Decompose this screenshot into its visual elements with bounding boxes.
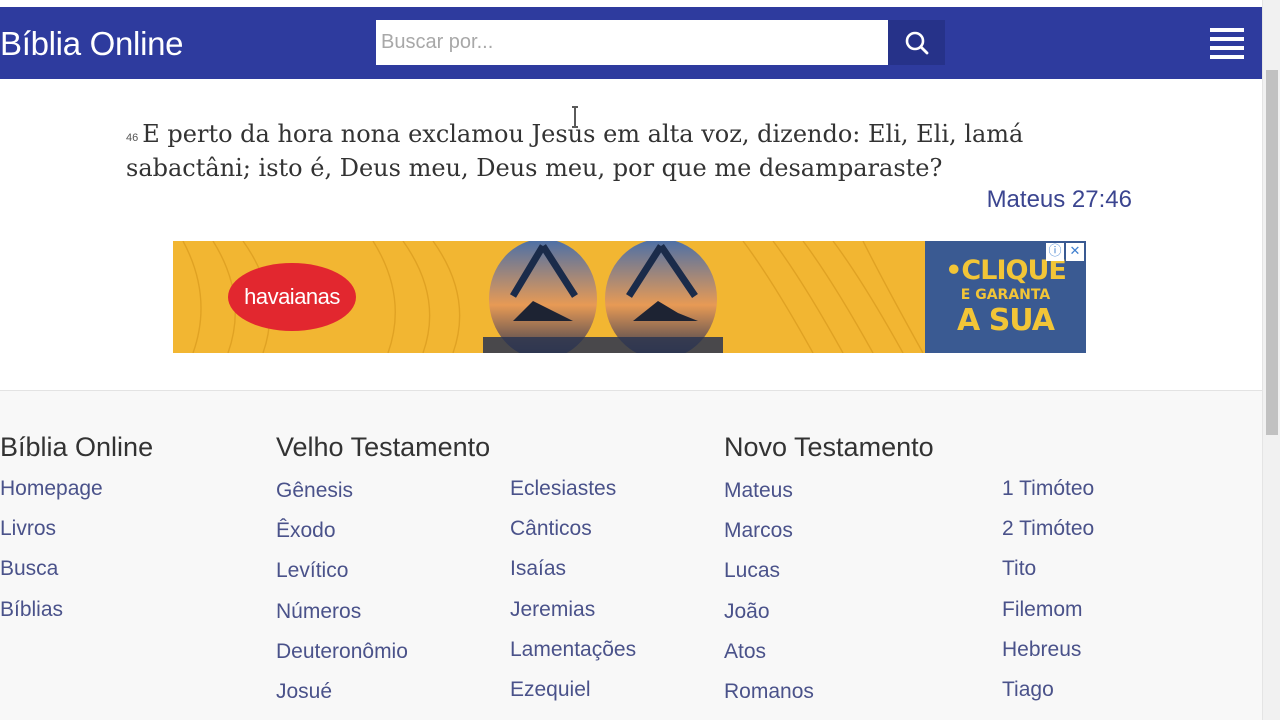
book-link[interactable]: Gênesis [276, 479, 408, 519]
footer-heading-old-testament: Velho Testamento [276, 432, 491, 462]
site-logo-link[interactable]: Bíblia Online [0, 25, 184, 63]
book-link[interactable]: Lamentações [510, 638, 636, 678]
page: Bíblia Online 46E perto da hora nona exc… [0, 0, 1280, 720]
top-strip [0, 0, 1262, 7]
footer-link-busca[interactable]: Busca [0, 557, 103, 597]
old-testament-books-col2: Eclesiastes Cânticos Isaías Jeremias Lam… [510, 477, 636, 718]
ad-close-icon[interactable]: ✕ [1066, 243, 1084, 261]
book-link[interactable]: Eclesiastes [510, 477, 636, 517]
book-link[interactable]: 1 Timóteo [1002, 477, 1094, 517]
book-link[interactable]: Mateus [724, 479, 814, 519]
scrollbar-thumb[interactable] [1266, 70, 1278, 435]
book-link[interactable]: Lucas [724, 559, 814, 599]
book-link[interactable]: Isaías [510, 557, 636, 597]
book-link[interactable]: Cânticos [510, 517, 636, 557]
hamburger-menu-button[interactable] [1210, 28, 1244, 59]
book-link[interactable]: Filemom [1002, 598, 1094, 638]
search-input[interactable] [376, 20, 888, 65]
hamburger-menu-icon-bar [1210, 28, 1244, 32]
ad-info-icon[interactable]: ⓘ [1046, 243, 1064, 261]
hamburger-menu-icon-bar [1210, 37, 1244, 41]
book-link[interactable]: Ezequiel [510, 678, 636, 718]
verse-body: E perto da hora nona exclamou Jesus em a… [126, 120, 1024, 182]
site-header: Bíblia Online [0, 7, 1262, 79]
footer-link-homepage[interactable]: Homepage [0, 477, 103, 517]
footer-heading-site: Bíblia Online [0, 432, 154, 462]
book-link[interactable]: Josué [276, 680, 408, 720]
book-link[interactable]: Tito [1002, 557, 1094, 597]
book-link[interactable]: Números [276, 600, 408, 640]
vertical-scrollbar[interactable] [1262, 0, 1280, 720]
verse-number: 46 [126, 132, 139, 144]
advertisement-banner[interactable]: havaianas •CLIQUE E GARANTA A SUA ⓘ ✕ [173, 241, 1086, 353]
ad-controls: ⓘ ✕ [1046, 243, 1084, 261]
new-testament-books-col2: 1 Timóteo 2 Timóteo Tito Filemom Hebreus… [1002, 477, 1094, 718]
footer-site-links: Homepage Livros Busca Bíblias [0, 477, 103, 638]
book-link[interactable]: Levítico [276, 559, 408, 599]
site-footer: Bíblia Online Homepage Livros Busca Bíbl… [0, 390, 1262, 720]
hamburger-menu-icon-bar [1210, 46, 1244, 50]
footer-link-livros[interactable]: Livros [0, 517, 103, 557]
text-cursor-icon [572, 106, 578, 128]
old-testament-books-col1: Gênesis Êxodo Levítico Números Deuteronô… [276, 479, 408, 720]
book-link[interactable]: Deuteronômio [276, 640, 408, 680]
footer-link-biblias[interactable]: Bíblias [0, 598, 103, 638]
book-link[interactable]: Jeremias [510, 598, 636, 638]
search-button[interactable] [888, 20, 945, 65]
book-link[interactable]: Êxodo [276, 519, 408, 559]
book-link[interactable]: Atos [724, 640, 814, 680]
new-testament-books-col1: Mateus Marcos Lucas João Atos Romanos [724, 479, 814, 720]
verse-reference-link[interactable]: Mateus 27:46 [987, 186, 1132, 214]
ad-brand-logo: havaianas [228, 263, 356, 331]
book-link[interactable]: 2 Timóteo [1002, 517, 1094, 557]
book-link[interactable]: Hebreus [1002, 638, 1094, 678]
book-link[interactable]: Romanos [724, 680, 814, 720]
book-link[interactable]: Tiago [1002, 678, 1094, 718]
search-icon [905, 31, 928, 54]
verse-text: 46 E perto da hora nona exclamou Jesus em… [126, 117, 1136, 185]
book-link[interactable]: Marcos [724, 519, 814, 559]
hamburger-menu-icon-bar [1210, 55, 1244, 59]
footer-heading-new-testament: Novo Testamento [724, 432, 934, 462]
book-link[interactable]: João [724, 600, 814, 640]
ad-sandals-image [483, 241, 723, 353]
